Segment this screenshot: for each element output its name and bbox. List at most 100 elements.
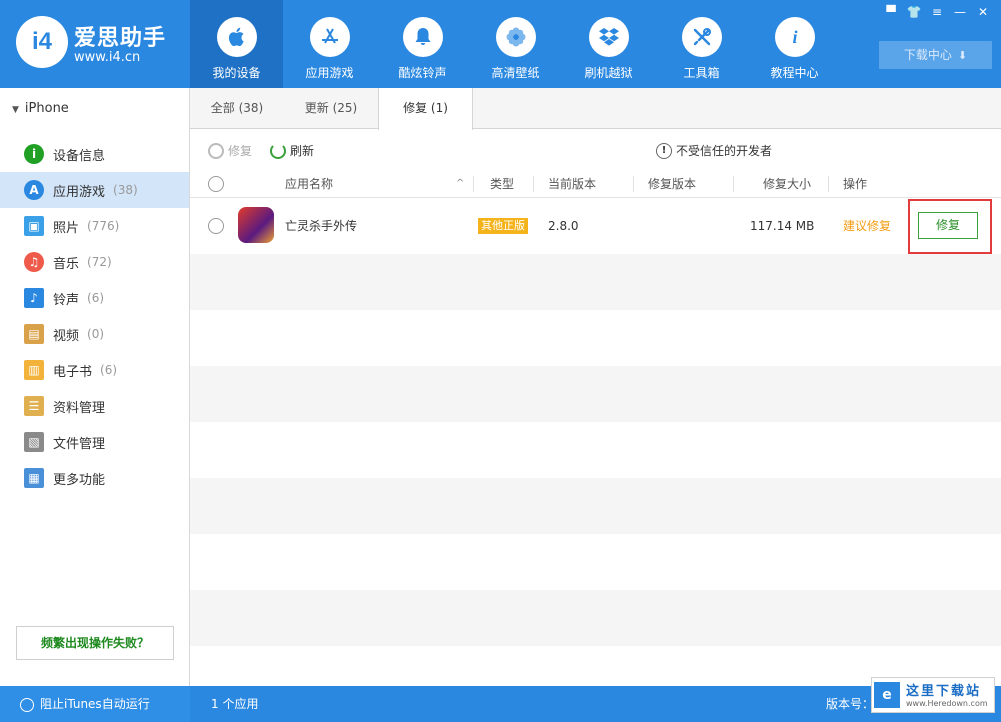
main-panel: 全部 (38) 更新 (25) 修复 (1) 修复 刷新 ! 不受信任的开发者 应… [190, 88, 1001, 686]
table-row [190, 590, 1001, 646]
repair-icon [208, 142, 224, 159]
nav-apps-games[interactable]: 应用游戏 [283, 0, 376, 88]
nav-label: 刷机越狱 [584, 66, 633, 80]
sidebar-item-label: 照片 [53, 220, 80, 236]
block-itunes-toggle[interactable]: 阻止iTunes自动运行 [0, 686, 190, 722]
book-icon: ▥ [24, 360, 44, 380]
table-row [190, 254, 1001, 310]
minimize-icon[interactable]: — [950, 4, 970, 20]
refresh-label: 刷新 [290, 144, 315, 158]
frequent-failure-button[interactable]: 频繁出现操作失败？ [16, 626, 174, 660]
nav-ringtones[interactable]: 酷炫铃声 [376, 0, 469, 88]
sidebar-item[interactable]: ▦ 更多功能 [0, 460, 189, 496]
sidebar-item-label: 更多功能 [53, 472, 106, 488]
app-url: www.i4.cn [74, 50, 141, 65]
nav-label: 高清壁纸 [491, 66, 540, 80]
sidebar-item[interactable]: ♫ 音乐 (72) [0, 244, 189, 280]
sort-up-icon[interactable]: ^ [456, 170, 464, 198]
select-all-radio[interactable] [208, 176, 224, 192]
table-row [190, 478, 1001, 534]
nav-tutorials[interactable]: i 教程中心 [748, 0, 841, 88]
close-icon[interactable]: ✕ [973, 4, 993, 20]
sidebar-item-count: (0) [87, 327, 105, 341]
refresh-button[interactable]: 刷新 [270, 142, 314, 159]
nav-label: 酷炫铃声 [398, 66, 447, 80]
nav-toolbox[interactable]: 工具箱 [655, 0, 748, 88]
col-app-name[interactable]: 应用名称 [285, 170, 333, 198]
app-select-radio[interactable] [208, 218, 224, 234]
download-center-button[interactable]: 下载中心 ⬇ [879, 41, 992, 69]
refresh-icon [270, 142, 286, 159]
app-row[interactable]: 亡灵杀手外传 其他正版 2.8.0 117.14 MB 建议修复 [190, 198, 1001, 254]
col-divider [533, 176, 534, 192]
col-repair-size[interactable]: 修复大小 [763, 170, 811, 198]
sidebar-item[interactable]: ▣ 照片 (776) [0, 208, 189, 244]
flower-icon [495, 17, 536, 57]
app-name: 爱思助手 [74, 26, 167, 51]
sidebar-item-count: (776) [87, 219, 120, 233]
col-divider [473, 176, 474, 192]
bell-icon: ♪ [24, 288, 44, 308]
file-icon: ▧ [24, 432, 44, 452]
app-window: i4 爱思助手 www.i4.cn 我的设备 应用游戏 酷炫铃声 高清壁纸 刷机… [0, 0, 1001, 722]
app-count: 1 个应用 [211, 697, 259, 711]
untrusted-developer-link[interactable]: ! 不受信任的开发者 [656, 142, 772, 159]
bell-icon [402, 17, 443, 57]
svg-text:i: i [792, 27, 797, 47]
nav-label: 应用游戏 [305, 66, 354, 80]
col-type[interactable]: 类型 [490, 170, 514, 198]
app-name: 亡灵杀手外传 [285, 219, 358, 233]
apple-icon [216, 17, 257, 57]
sidebar-item-label: 音乐 [53, 256, 80, 272]
info-icon: i [774, 17, 815, 57]
watermark-url: www.Heredown.com [906, 699, 988, 708]
tab-all[interactable]: 全部 (38) [190, 88, 284, 129]
table-row [190, 366, 1001, 422]
sidebar-item-label: 资料管理 [53, 400, 106, 416]
collapse-triangle-icon: ▼ [12, 105, 19, 115]
nav-wallpapers[interactable]: 高清壁纸 [469, 0, 562, 88]
top-header: i4 爱思助手 www.i4.cn 我的设备 应用游戏 酷炫铃声 高清壁纸 刷机… [0, 0, 1001, 88]
menu-icon[interactable]: ≡ [927, 4, 947, 20]
tab-repair[interactable]: 修复 (1) [378, 88, 473, 130]
skin-icon[interactable]: 👕 [904, 4, 924, 20]
device-selector[interactable]: ▼ iPhone [0, 88, 189, 130]
sidebar-item-count: (6) [100, 363, 118, 377]
sidebar-item[interactable]: ▥ 电子书 (6) [0, 352, 189, 388]
col-action: 操作 [843, 177, 868, 191]
sidebar-item[interactable]: ▧ 文件管理 [0, 424, 189, 460]
repair-button[interactable]: 修复 [918, 212, 978, 239]
device-name: iPhone [24, 101, 69, 116]
sidebar-item[interactable]: ♪ 铃声 (6) [0, 280, 189, 316]
sidebar-item[interactable]: ▤ 视频 (0) [0, 316, 189, 352]
dropbox-icon [588, 17, 629, 57]
sidebar-item-label: 文件管理 [53, 436, 106, 452]
app-type-badge: 其他正版 [478, 218, 528, 234]
col-divider [828, 176, 829, 192]
nav-flash-jailbreak[interactable]: 刷机越狱 [562, 0, 655, 88]
window-controls: ▀ 👕 ≡ — ✕ [881, 4, 993, 20]
warning-icon: ! [656, 142, 672, 159]
block-itunes-label: 阻止iTunes自动运行 [40, 697, 150, 711]
table-row [190, 422, 1001, 478]
nav-label: 教程中心 [770, 66, 819, 80]
col-divider [633, 176, 634, 192]
col-repair-version[interactable]: 修复版本 [648, 170, 696, 198]
repair-toolbar-button[interactable]: 修复 [208, 142, 252, 159]
sidebar-item[interactable]: i 设备信息 [0, 136, 189, 172]
sidebar-item-label: 电子书 [53, 364, 93, 380]
tab-bar: 全部 (38) 更新 (25) 修复 (1) [190, 88, 1001, 130]
sidebar-item[interactable]: A 应用游戏 (38) [0, 172, 189, 208]
nav-my-device[interactable]: 我的设备 [190, 0, 283, 88]
nav-label: 我的设备 [212, 66, 261, 80]
sidebar-item[interactable]: ☰ 资料管理 [0, 388, 189, 424]
col-current-version[interactable]: 当前版本 [548, 170, 596, 198]
photo-icon: ▣ [24, 216, 44, 236]
repair-toolbar-label: 修复 [228, 144, 253, 158]
sidebar: ▼ iPhone i 设备信息 A 应用游戏 (38) ▣ 照片 (776) ♫ 音乐 (72) ♪ 铃声… [0, 88, 190, 686]
sidebar-item-count: (72) [87, 255, 112, 269]
app-current-version: 2.8.0 [548, 219, 579, 233]
tools-icon [681, 17, 722, 57]
tab-updates[interactable]: 更新 (25) [284, 88, 378, 129]
feedback-icon[interactable]: ▀ [881, 4, 901, 20]
